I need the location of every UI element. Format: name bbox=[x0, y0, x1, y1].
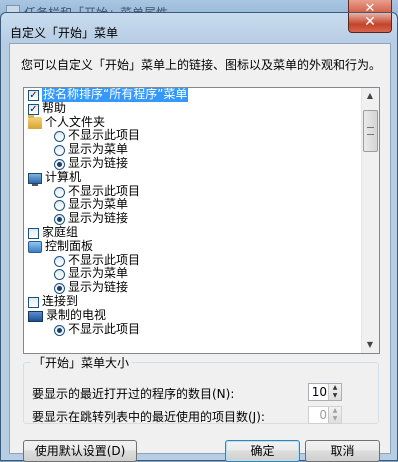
recent-programs-label: 要显示的最近打开过的程序的数目(N): bbox=[32, 387, 235, 401]
radio-option[interactable]: 显示为链接 bbox=[24, 156, 362, 171]
spin-up-icon[interactable]: ▲ bbox=[329, 407, 341, 415]
radio-unselected[interactable] bbox=[54, 255, 65, 267]
checkbox-unchecked[interactable] bbox=[28, 227, 39, 239]
spinner-arrows-disabled[interactable]: ▲ ▼ bbox=[328, 407, 341, 423]
dialog-close-button[interactable]: ✕ bbox=[348, 13, 392, 33]
checkbox-checked[interactable]: ✓ bbox=[28, 103, 39, 115]
radio-option[interactable]: 显示为链接 bbox=[24, 280, 362, 295]
tv-icon bbox=[28, 310, 43, 322]
option-label: 控制面板 bbox=[45, 238, 94, 253]
option-label[interactable]: 显示为菜单 bbox=[68, 142, 128, 157]
checkbox-unchecked[interactable] bbox=[28, 296, 39, 308]
dialog-title: 自定义「开始」菜单 bbox=[10, 26, 119, 40]
radio-unselected[interactable] bbox=[54, 200, 65, 212]
radio-unselected[interactable] bbox=[54, 186, 65, 198]
radio-option[interactable]: 不显示此项目 bbox=[24, 184, 362, 199]
option-label: 录制的电视 bbox=[46, 307, 107, 322]
option-label[interactable]: 按名称排序“所有程序”菜单 bbox=[42, 88, 189, 102]
radio-selected[interactable] bbox=[54, 158, 65, 170]
radio-option[interactable]: 不显示此项目 bbox=[24, 129, 362, 143]
jump-list-label: 要显示在跳转列表中的最近使用的项目数(J): bbox=[32, 410, 265, 424]
tree-section-header: 个人文件夹 bbox=[24, 114, 362, 130]
spinner-arrows[interactable]: ▲ ▼ bbox=[328, 384, 341, 400]
option-label: 计算机 bbox=[45, 169, 82, 184]
radio-selected[interactable] bbox=[54, 283, 65, 295]
radio-unselected[interactable] bbox=[54, 269, 65, 281]
checkbox-option[interactable]: ✓ 帮助 bbox=[24, 101, 362, 116]
radio-option[interactable]: 不显示此项目 bbox=[24, 322, 362, 337]
recent-programs-value[interactable]: 10 bbox=[312, 385, 327, 399]
option-label[interactable]: 家庭组 bbox=[42, 225, 78, 240]
radio-option[interactable]: 不显示此项目 bbox=[24, 253, 362, 268]
option-label[interactable]: 连接到 bbox=[42, 294, 78, 309]
option-label[interactable]: 显示为链接 bbox=[68, 156, 128, 171]
jump-list-spinner[interactable]: 0 ▲ ▼ bbox=[308, 406, 342, 424]
cancel-button[interactable]: 取消 bbox=[305, 440, 380, 462]
option-label[interactable]: 显示为链接 bbox=[68, 280, 128, 295]
dialog-client-area: 您可以自定义「开始」菜单上的链接、图标以及菜单的外观和行为。 ✓ 按名称排序“所有… bbox=[9, 43, 391, 462]
option-label[interactable]: 不显示此项目 bbox=[68, 322, 140, 337]
use-default-settings-button[interactable]: 使用默认设置(D) bbox=[23, 440, 137, 462]
option-label[interactable]: 不显示此项目 bbox=[68, 253, 140, 268]
tree-section-header: 录制的电视 bbox=[24, 307, 362, 323]
radio-selected[interactable] bbox=[54, 324, 65, 336]
scroll-down-button[interactable]: ▼ bbox=[362, 337, 378, 353]
scroll-thumb[interactable] bbox=[363, 110, 378, 152]
radio-unselected[interactable] bbox=[54, 131, 65, 143]
radio-unselected[interactable] bbox=[54, 145, 65, 157]
vertical-scrollbar[interactable]: ▲ ▼ bbox=[361, 88, 379, 353]
checkbox-checked[interactable]: ✓ bbox=[28, 90, 39, 101]
jump-list-value[interactable]: 0 bbox=[319, 408, 327, 422]
option-label[interactable]: 不显示此项目 bbox=[68, 129, 140, 143]
tree-section-header: 控制面板 bbox=[24, 238, 362, 254]
scroll-up-button[interactable]: ▲ bbox=[362, 88, 378, 104]
options-tree-list: ✓ 按名称排序“所有程序”菜单 ✓ 帮助 个人文件夹 不显示此项目 显示为菜单 显示为链接 计算… bbox=[23, 87, 380, 354]
checkbox-option[interactable]: ✓ 按名称排序“所有程序”菜单 bbox=[24, 88, 362, 102]
option-label[interactable]: 显示为链接 bbox=[68, 211, 128, 226]
spin-down-icon[interactable]: ▼ bbox=[329, 415, 341, 423]
radio-selected[interactable] bbox=[54, 214, 65, 226]
start-menu-size-group-title: 「开始」菜单大小 bbox=[31, 354, 132, 371]
spin-up-icon[interactable]: ▲ bbox=[329, 384, 341, 392]
dialog-description: 您可以自定义「开始」菜单上的链接、图标以及菜单的外观和行为。 bbox=[21, 58, 382, 72]
option-label[interactable]: 不显示此项目 bbox=[68, 184, 140, 199]
options-rows: ✓ 按名称排序“所有程序”菜单 ✓ 帮助 个人文件夹 不显示此项目 显示为菜单 显示为链接 计算… bbox=[24, 88, 362, 336]
control-panel-icon bbox=[28, 240, 42, 253]
spin-down-icon[interactable]: ▼ bbox=[329, 392, 341, 400]
computer-icon bbox=[28, 172, 42, 186]
checkbox-option[interactable]: 连接到 bbox=[24, 294, 362, 309]
folder-icon bbox=[28, 114, 42, 129]
customize-start-menu-dialog: 自定义「开始」菜单 ✕ 您可以自定义「开始」菜单上的链接、图标以及菜单的外观和行… bbox=[0, 12, 398, 462]
recent-programs-spinner[interactable]: 10 ▲ ▼ bbox=[308, 383, 342, 401]
radio-option[interactable]: 显示为链接 bbox=[24, 211, 362, 226]
ok-button[interactable]: 确定 bbox=[225, 440, 300, 462]
radio-option[interactable]: 显示为菜单 bbox=[24, 142, 362, 157]
checkbox-option[interactable]: 家庭组 bbox=[24, 225, 362, 240]
tree-section-header: 计算机 bbox=[24, 169, 362, 186]
option-label: 个人文件夹 bbox=[45, 114, 106, 129]
option-label[interactable]: 帮助 bbox=[42, 101, 66, 116]
